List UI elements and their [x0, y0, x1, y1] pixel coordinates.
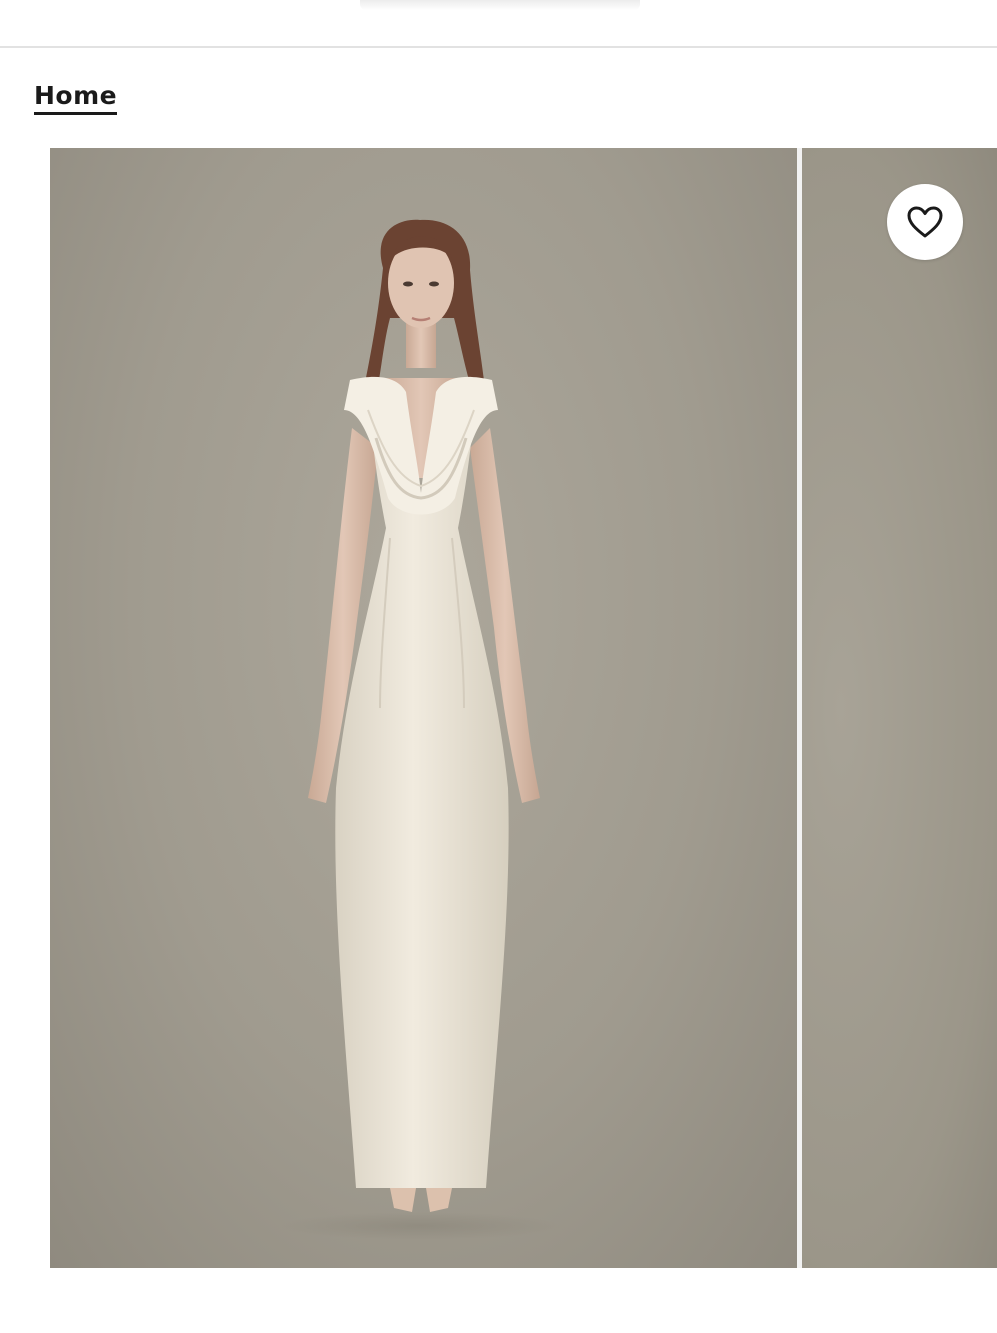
header-logo-area — [360, 0, 640, 10]
top-navigation-bar — [0, 0, 997, 48]
breadcrumb: Home — [34, 82, 118, 115]
breadcrumb-home-link[interactable]: Home — [34, 82, 118, 115]
product-photo-main[interactable] — [50, 148, 797, 1268]
heart-outline-icon — [907, 206, 943, 238]
product-photo-next[interactable] — [802, 148, 997, 1268]
product-image-gallery[interactable] — [50, 148, 997, 1268]
favorite-button[interactable] — [887, 184, 963, 260]
model-in-dress-illustration — [280, 219, 560, 1240]
